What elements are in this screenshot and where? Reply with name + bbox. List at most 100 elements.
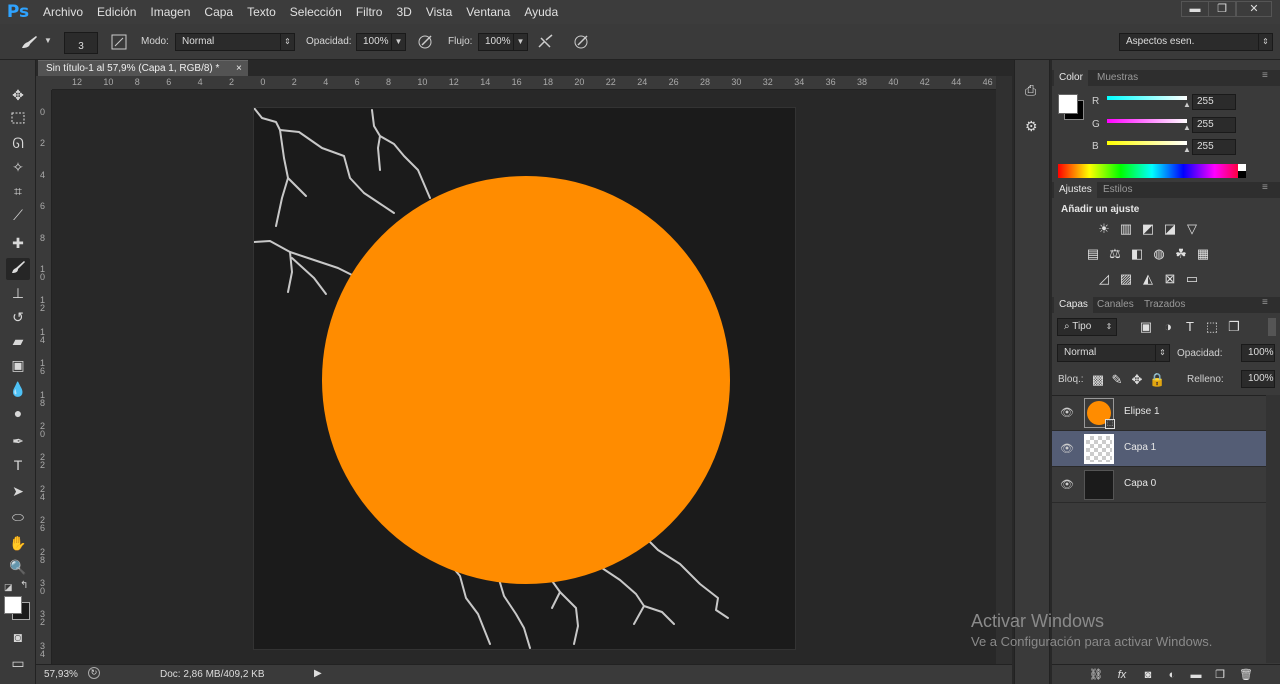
- filter-pixel-icon[interactable]: ▣: [1138, 320, 1154, 334]
- tab-trazados[interactable]: Trazados: [1139, 297, 1190, 313]
- status-menu-arrow-icon[interactable]: ▶: [314, 668, 322, 679]
- history-brush-tool-icon[interactable]: ↺: [6, 306, 30, 328]
- hue-saturation-icon[interactable]: ▤: [1085, 247, 1101, 261]
- menu-texto[interactable]: Texto: [240, 0, 283, 24]
- delete-layer-icon[interactable]: 🗑: [1238, 668, 1254, 682]
- menu-imagen[interactable]: Imagen: [143, 0, 197, 24]
- flow-field[interactable]: 100% ▼: [478, 33, 528, 51]
- vertical-ruler[interactable]: 0 2 4 6 8 10 12 14 16 18 20 22 24 26 28 30 32 34: [36, 90, 52, 664]
- filter-toggle[interactable]: [1268, 318, 1276, 336]
- new-layer-icon[interactable]: ❐: [1212, 668, 1228, 682]
- menu-capa[interactable]: Capa: [197, 0, 240, 24]
- layer-row-capa-0[interactable]: 👁 Capa 0: [1052, 467, 1266, 503]
- color-balance-icon[interactable]: ⚖: [1107, 247, 1123, 261]
- slider-thumb-icon[interactable]: ▲: [1183, 100, 1191, 109]
- threshold-icon[interactable]: ◭: [1140, 272, 1156, 286]
- tab-canales[interactable]: Canales: [1092, 297, 1139, 313]
- default-colors-icon[interactable]: ◪: [4, 582, 13, 593]
- color-spectrum-bar[interactable]: [1058, 164, 1246, 178]
- menu-archivo[interactable]: Archivo: [36, 0, 90, 24]
- blend-mode-select[interactable]: Normal ⇕: [1057, 344, 1170, 362]
- layers-scrollbar[interactable]: [1266, 395, 1280, 663]
- path-selection-tool-icon[interactable]: ➤: [6, 480, 30, 502]
- brush-preset-dropdown-icon[interactable]: ▼: [44, 36, 52, 45]
- screen-mode-icon[interactable]: ▭: [6, 652, 30, 674]
- color-lookup-icon[interactable]: ▦: [1195, 247, 1211, 261]
- panel-menu-icon[interactable]: ≡: [1262, 297, 1268, 308]
- mode-select[interactable]: Normal ⇕: [175, 33, 295, 51]
- black-white-icon[interactable]: ◧: [1129, 247, 1145, 261]
- hand-tool-icon[interactable]: ✋: [6, 532, 30, 554]
- gradient-tool-icon[interactable]: ▣: [6, 354, 30, 376]
- eraser-tool-icon[interactable]: ▰: [6, 330, 30, 352]
- spectrum-black-swatch[interactable]: [1238, 171, 1246, 178]
- slider-thumb-icon[interactable]: ▲: [1183, 123, 1191, 132]
- channel-value-g[interactable]: 255: [1192, 117, 1236, 133]
- dodge-tool-icon[interactable]: ●: [6, 402, 30, 424]
- clone-stamp-tool-icon[interactable]: ⊥: [6, 282, 30, 304]
- share-icon[interactable]: ↻: [88, 667, 100, 679]
- properties-panel-icon[interactable]: ⚙: [1025, 118, 1038, 135]
- slider-r[interactable]: [1107, 96, 1187, 100]
- tab-muestras[interactable]: Muestras: [1092, 70, 1143, 86]
- zoom-tool-icon[interactable]: 🔍: [6, 556, 30, 578]
- invert-icon[interactable]: ◿: [1096, 272, 1112, 286]
- brush-preset-icon[interactable]: [18, 34, 40, 50]
- menu-ventana[interactable]: Ventana: [459, 0, 517, 24]
- layer-name[interactable]: Elipse 1: [1124, 406, 1160, 417]
- add-mask-icon[interactable]: ◙: [1140, 668, 1156, 682]
- orange-ellipse[interactable]: [322, 176, 730, 584]
- menu-3d[interactable]: 3D: [389, 0, 418, 24]
- ellipse-tool-icon[interactable]: ⬭: [6, 506, 30, 528]
- new-adjustment-layer-icon[interactable]: ◐: [1164, 668, 1180, 682]
- zoom-level[interactable]: 57,93%: [44, 669, 78, 680]
- slider-thumb-icon[interactable]: ▲: [1183, 145, 1191, 154]
- tab-capas[interactable]: Capas: [1054, 297, 1093, 313]
- eyedropper-tool-icon[interactable]: ⟋: [6, 204, 30, 226]
- panel-menu-icon[interactable]: ≡: [1262, 182, 1268, 193]
- brightness-contrast-icon[interactable]: ☀: [1096, 222, 1112, 236]
- brush-tool-icon[interactable]: [6, 258, 30, 280]
- spectrum-white-swatch[interactable]: [1238, 164, 1246, 171]
- brush-size-field[interactable]: 3: [64, 32, 98, 54]
- vibrance-icon[interactable]: ▽: [1184, 222, 1200, 236]
- workspace-select[interactable]: Aspectos esen. ⇕: [1119, 33, 1273, 51]
- quick-mask-icon[interactable]: ◙: [6, 626, 30, 648]
- filter-adjustment-icon[interactable]: ◑: [1160, 320, 1176, 334]
- magic-wand-tool-icon[interactable]: ✧: [6, 156, 30, 178]
- layer-style-fx-icon[interactable]: fx: [1114, 668, 1130, 682]
- opacity-field[interactable]: 100% ▼: [356, 33, 406, 51]
- new-group-icon[interactable]: ▬: [1188, 668, 1204, 682]
- slider-b[interactable]: [1107, 141, 1187, 145]
- tab-color[interactable]: Color: [1054, 70, 1088, 86]
- menu-filtro[interactable]: Filtro: [349, 0, 390, 24]
- posterize-icon[interactable]: ▨: [1118, 272, 1134, 286]
- gradient-map-icon[interactable]: ▭: [1184, 272, 1200, 286]
- color-foreground-swatch[interactable]: [1058, 94, 1078, 114]
- channel-mixer-icon[interactable]: ☘: [1173, 247, 1189, 261]
- link-layers-icon[interactable]: ⛓: [1088, 668, 1104, 682]
- visibility-eye-icon[interactable]: 👁: [1060, 406, 1074, 419]
- type-tool-icon[interactable]: T: [6, 454, 30, 476]
- filter-type-icon[interactable]: T: [1182, 320, 1198, 334]
- vertical-scrollbar[interactable]: [996, 76, 1012, 664]
- levels-icon[interactable]: ▥: [1118, 222, 1134, 236]
- layer-opacity-field[interactable]: 100%: [1241, 344, 1275, 362]
- layer-filter-select[interactable]: ⌕ Tipo ⇕: [1057, 318, 1117, 336]
- document-canvas[interactable]: [253, 107, 796, 650]
- layer-name[interactable]: Capa 1: [1124, 442, 1156, 453]
- menu-edicion[interactable]: Edición: [90, 0, 143, 24]
- healing-brush-tool-icon[interactable]: ✚: [6, 232, 30, 254]
- foreground-color-swatch[interactable]: [4, 596, 22, 614]
- layer-row-elipse-1[interactable]: 👁 ⬚ Elipse 1: [1052, 395, 1266, 431]
- layer-name[interactable]: Capa 0: [1124, 478, 1156, 489]
- selective-color-icon[interactable]: ⊠: [1162, 272, 1178, 286]
- airbrush-icon[interactable]: [537, 33, 555, 51]
- close-window-button[interactable]: ✕: [1236, 1, 1272, 17]
- document-tab[interactable]: Sin título-1 al 57,9% (Capa 1, RGB/8) * …: [38, 60, 248, 76]
- slider-g[interactable]: [1107, 119, 1187, 123]
- layer-row-capa-1[interactable]: 👁 Capa 1: [1052, 431, 1266, 467]
- marquee-tool-icon[interactable]: [6, 108, 30, 130]
- pressure-size-icon[interactable]: [572, 33, 590, 51]
- visibility-eye-icon[interactable]: 👁: [1060, 442, 1074, 455]
